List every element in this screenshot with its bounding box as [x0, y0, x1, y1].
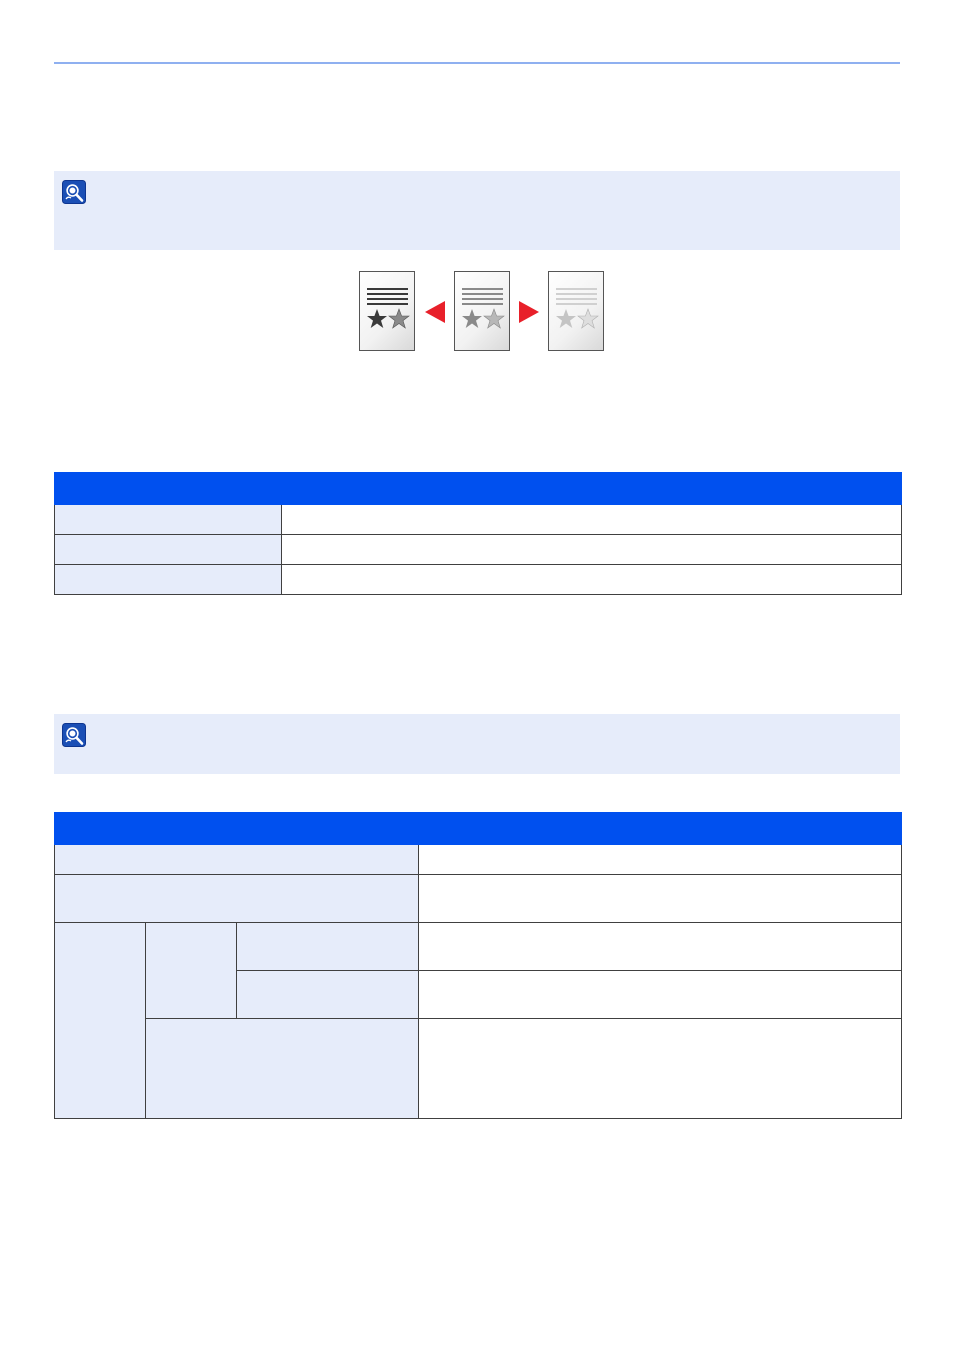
- table-label-cell: [235, 970, 420, 1019]
- table-value-cell: [418, 970, 903, 1019]
- table-value-cell: [281, 504, 902, 535]
- table-label-cell: [54, 564, 282, 595]
- dark-document-icon: [359, 271, 415, 351]
- table-header-cell: [281, 472, 902, 505]
- table-header-row: [53, 812, 903, 845]
- table-row: [55, 1018, 903, 1119]
- table-group-cell: [54, 922, 146, 1119]
- table-subgroup-cell: [145, 922, 237, 1019]
- table-value-cell: [418, 1018, 903, 1119]
- table-value-cell: [418, 844, 903, 875]
- table-value-cell: [281, 564, 902, 595]
- light-document-icon: [548, 271, 604, 351]
- note-icon: [62, 723, 86, 747]
- note-box-2: [54, 714, 900, 774]
- table-header-cell: [54, 472, 282, 505]
- note-icon: [62, 180, 86, 204]
- settings-table-2: [53, 812, 903, 1119]
- left-arrow-icon: [425, 301, 445, 323]
- table-row: [54, 504, 902, 535]
- table-row: [54, 564, 902, 595]
- right-arrow-icon: [519, 301, 539, 323]
- table-label-cell: [54, 534, 282, 565]
- table-value-cell: [418, 922, 903, 971]
- table-label-cell: [54, 504, 282, 535]
- table-label-cell: [144, 1018, 420, 1119]
- table-header-cell: [418, 812, 903, 845]
- table-row: [53, 844, 903, 875]
- top-rule: [54, 62, 900, 64]
- normal-document-icon: [454, 271, 510, 351]
- density-illustration: [358, 270, 608, 354]
- table-value-cell: [281, 534, 902, 565]
- table-header-row: [54, 472, 902, 505]
- table-label-cell: [53, 874, 420, 923]
- note-box-1: [54, 171, 900, 250]
- table-value-cell: [418, 874, 903, 923]
- table-row: [53, 874, 903, 923]
- table-header-cell: [53, 812, 420, 845]
- table-label-cell: [235, 922, 420, 971]
- table-row: [54, 534, 902, 565]
- settings-table-1: [54, 472, 902, 595]
- table-row: [54, 922, 903, 1119]
- table-label-cell: [53, 844, 420, 875]
